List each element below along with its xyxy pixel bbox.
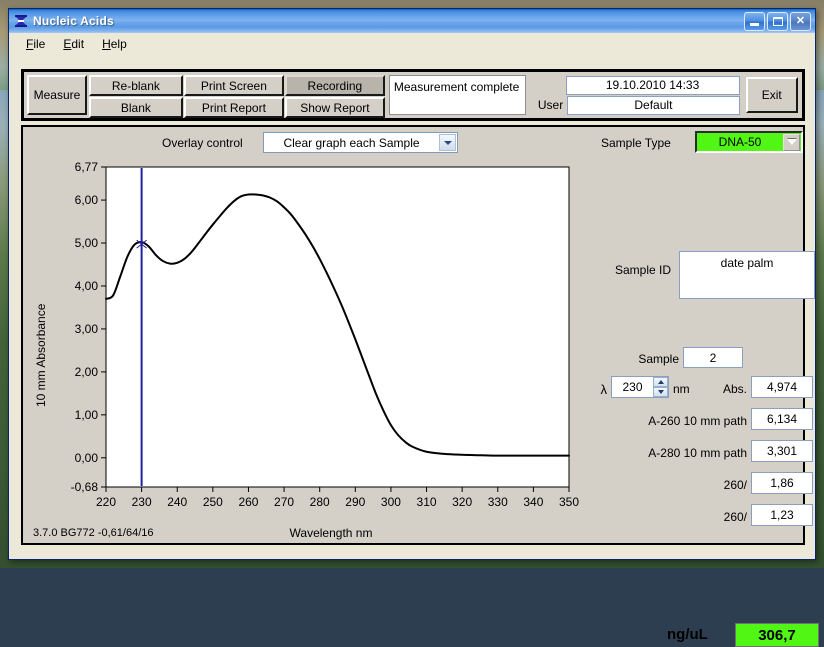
x-tick-label: 340 [523, 495, 543, 509]
y-tick-label: 2,00 [75, 365, 99, 379]
re-blank-button[interactable]: Re-blank [88, 75, 183, 96]
absorbance-value: 4,974 [751, 376, 813, 398]
client-area: Measure Re-blank Print Screen Recording … [9, 55, 819, 647]
user-value: Default [567, 95, 740, 115]
sample-id-label: Sample ID [614, 263, 671, 277]
spinner-up-icon[interactable] [653, 377, 668, 387]
a280-value: 3,301 [751, 440, 813, 462]
spectrophotometer-icon [13, 13, 29, 29]
ratio-260-280-value: 1,86 [751, 472, 813, 494]
measure-button[interactable]: Measure [27, 75, 87, 115]
status-message: Measurement complete [388, 75, 526, 115]
absorbance-label: Abs. [722, 382, 747, 396]
concentration-value: 306,7 [735, 623, 819, 647]
wavelength-stepper[interactable]: 230 [611, 376, 669, 398]
nm-unit-label: nm [673, 382, 690, 396]
y-tick-label: 5,00 [75, 236, 99, 250]
y-tick-label: 0,00 [75, 451, 99, 465]
y-tick-label: 6,77 [75, 160, 99, 174]
x-tick-label: 350 [559, 495, 579, 509]
application-window: Nucleic Acids ✕ File Edit Help Measure R… [8, 8, 819, 647]
maximize-button[interactable] [767, 11, 788, 31]
chart-x-axis-label: Wavelength nm [290, 526, 373, 540]
user-label: User [537, 98, 564, 112]
print-screen-button[interactable]: Print Screen [183, 75, 284, 96]
menu-file[interactable]: File [17, 35, 54, 53]
spinner-buttons [653, 377, 668, 397]
datetime-display: 19.10.2010 14:33 [565, 75, 740, 95]
y-tick-label: 1,00 [75, 408, 99, 422]
x-tick-label: 330 [488, 495, 508, 509]
chart-svg: -0,68 0,00 1,00 2,00 3,00 4,00 5,00 6,00 6,77 22… [34, 160, 579, 540]
menu-help[interactable]: Help [93, 35, 136, 53]
close-icon[interactable]: ✕ [790, 11, 811, 31]
menu-file-label: ile [33, 37, 46, 51]
window-title: Nucleic Acids [33, 14, 114, 28]
menu-bar: File Edit Help [9, 33, 815, 56]
chevron-down-icon[interactable] [783, 133, 800, 151]
y-tick-label: 4,00 [75, 279, 99, 293]
y-tick-label: 6,00 [75, 193, 99, 207]
x-tick-label: 260 [238, 495, 258, 509]
a260-label: A-260 10 mm path [648, 414, 747, 428]
menu-edit[interactable]: Edit [54, 35, 93, 53]
main-panel: Overlay control Clear graph each Sample … [21, 125, 819, 647]
minimize-button[interactable] [744, 11, 765, 31]
x-tick-label: 280 [310, 495, 330, 509]
menu-edit-label: dit [71, 37, 85, 51]
x-tick-label: 310 [417, 495, 437, 509]
ratio-260-280-label: 260/ [723, 478, 747, 492]
x-tick-label: 290 [345, 495, 365, 509]
chart-x-axis: 220 230 240 250 260 270 280 290 300 310 320 330 340 3… [96, 487, 579, 509]
overlay-control-value: Clear graph each Sample [283, 135, 420, 150]
print-report-button[interactable]: Print Report [183, 97, 284, 118]
x-tick-label: 320 [452, 495, 472, 509]
overlay-control-label: Overlay control [162, 136, 243, 150]
sample-type-label: Sample Type [601, 136, 671, 150]
sample-id-input[interactable]: date palm [679, 251, 815, 299]
ratio-260-230-value: 1,23 [751, 504, 813, 526]
window-buttons: ✕ [744, 11, 813, 31]
datetime-user-group: 19.10.2010 14:33 User Default [530, 75, 740, 115]
sample-number-value: 2 [683, 347, 743, 368]
concentration-units-label: ng/uL [667, 626, 708, 643]
show-report-button[interactable]: Show Report [284, 97, 385, 118]
sample-number-label: Sample [638, 352, 679, 366]
lambda-symbol: λ [600, 382, 608, 397]
x-tick-label: 250 [203, 495, 223, 509]
a280-label: A-280 10 mm path [648, 446, 747, 460]
y-tick-label: 3,00 [75, 322, 99, 336]
version-text: 3.7.0 BG772 -0,61/64/16 [33, 527, 154, 539]
spinner-down-icon[interactable] [653, 387, 668, 397]
toolbar-button-grid: Re-blank Print Screen Recording Blank Pr… [88, 75, 385, 118]
blank-button[interactable]: Blank [88, 97, 183, 118]
x-tick-label: 240 [167, 495, 187, 509]
x-tick-label: 270 [274, 495, 294, 509]
chart-frame [105, 166, 570, 488]
overlay-control-dropdown[interactable]: Clear graph each Sample [263, 132, 458, 153]
exit-button[interactable]: Exit [745, 77, 798, 113]
ratio-260-230-label: 260/ [723, 510, 747, 524]
absorbance-chart[interactable]: -0,68 0,00 1,00 2,00 3,00 4,00 5,00 6,00 6,77 22… [31, 157, 581, 542]
y-tick-label: -0,68 [71, 480, 99, 494]
menu-help-label: elp [110, 37, 127, 51]
x-tick-label: 230 [132, 495, 152, 509]
x-tick-label: 220 [96, 495, 116, 509]
sample-type-value: DNA-50 [718, 135, 762, 149]
x-tick-label: 300 [381, 495, 401, 509]
chart-y-axis: -0,68 0,00 1,00 2,00 3,00 4,00 5,00 6,00 6,77 [71, 160, 106, 494]
sample-type-dropdown[interactable]: DNA-50 [695, 131, 803, 153]
wavelength-value: 230 [622, 380, 643, 394]
toolbar-strip: Measure Re-blank Print Screen Recording … [21, 69, 805, 121]
a260-value: 6,134 [751, 408, 813, 430]
title-bar: Nucleic Acids ✕ [9, 9, 815, 33]
chart-y-axis-label: 10 mm Absorbance [34, 303, 48, 407]
recording-button[interactable]: Recording [284, 75, 385, 96]
chevron-down-icon[interactable] [439, 134, 456, 151]
